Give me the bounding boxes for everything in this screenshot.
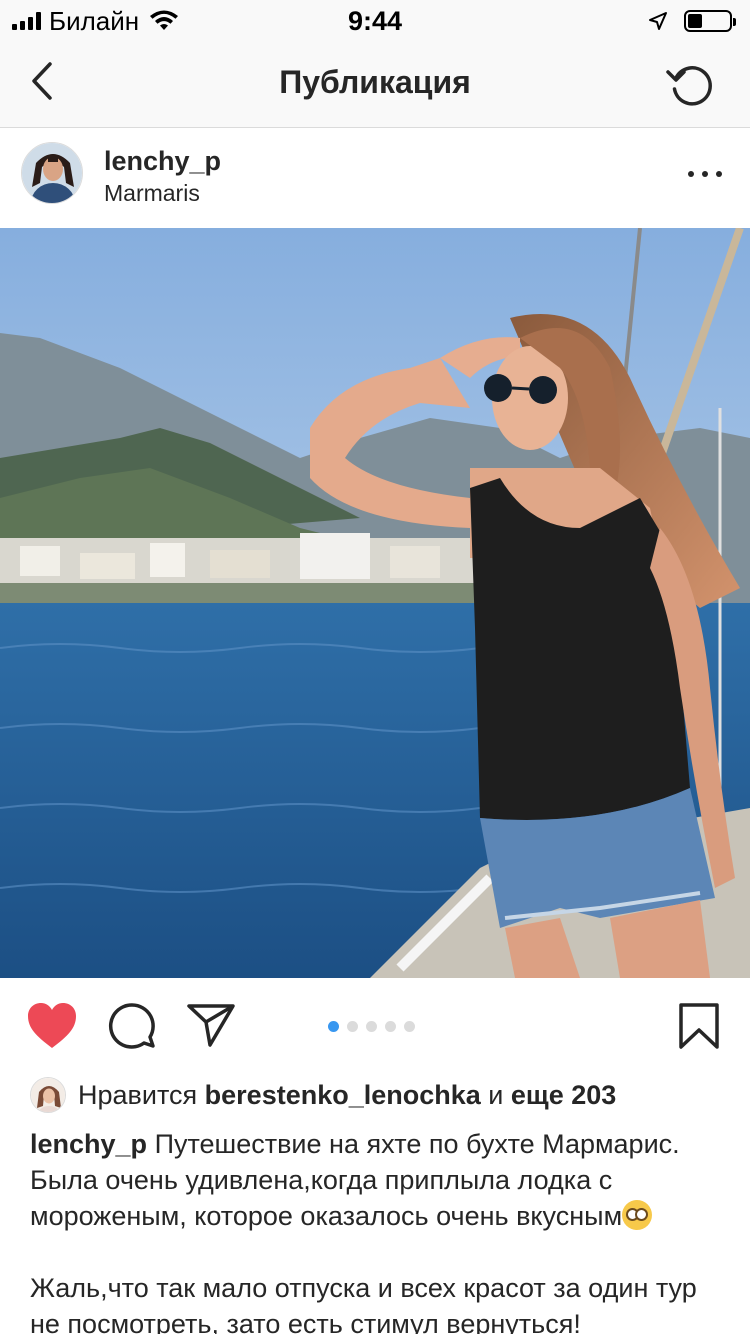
likes-count[interactable]: еще 203	[511, 1080, 616, 1111]
post-location[interactable]: Marmaris	[104, 180, 200, 207]
refresh-icon	[666, 66, 712, 106]
battery-icon	[684, 10, 736, 32]
nav-bar: Публикация	[0, 40, 750, 128]
likes-row[interactable]: Нравится berestenko_lenochka и еще 203	[30, 1076, 616, 1114]
carousel-dot	[385, 1021, 396, 1032]
post-photo[interactable]	[0, 228, 750, 978]
comment-icon	[108, 1003, 155, 1049]
heart-icon	[28, 1003, 76, 1048]
carousel-dot	[347, 1021, 358, 1032]
post-username[interactable]: lenchy_p	[104, 146, 221, 177]
liker-avatar-image	[31, 1078, 65, 1112]
status-bar: Билайн 9:44	[0, 0, 750, 40]
send-icon	[187, 1004, 235, 1047]
more-dot-icon	[702, 171, 708, 177]
status-right	[648, 8, 736, 34]
likes-connector: и	[488, 1079, 504, 1110]
save-button[interactable]	[678, 1002, 720, 1050]
post-photo-image	[0, 228, 750, 978]
page-title: Публикация	[279, 64, 471, 100]
comment-button[interactable]	[108, 1002, 156, 1050]
more-dot-icon	[716, 171, 722, 177]
avatar-image	[22, 143, 82, 203]
bookmark-icon	[679, 1003, 719, 1049]
share-button[interactable]	[186, 1002, 236, 1048]
liker-username[interactable]: berestenko_lenochka	[205, 1080, 481, 1111]
liker-avatar	[30, 1077, 66, 1113]
caption-text: Жаль,что так мало отпуска и всех красот …	[30, 1273, 697, 1334]
carousel-indicator	[328, 1021, 415, 1032]
carousel-dot	[366, 1021, 377, 1032]
action-bar	[0, 978, 750, 1074]
caption-paragraph: Жаль,что так мало отпуска и всех красот …	[30, 1270, 730, 1334]
more-options-button[interactable]	[688, 164, 722, 184]
carousel-dot	[404, 1021, 415, 1032]
like-button[interactable]	[26, 1002, 78, 1050]
avatar[interactable]	[21, 142, 83, 204]
status-time: 9:44	[347, 6, 403, 36]
location-arrow-icon	[649, 12, 667, 30]
more-dot-icon	[688, 171, 694, 177]
post-header: lenchy_p Marmaris	[0, 128, 750, 228]
likes-prefix: Нравится	[78, 1079, 198, 1110]
battery-level	[688, 14, 702, 28]
flushed-face-emoji-icon	[622, 1200, 653, 1230]
caption-paragraph: lenchy_p Путешествие на яхте по бухте Ма…	[30, 1126, 730, 1234]
carousel-dot	[328, 1021, 339, 1032]
post-caption: lenchy_p Путешествие на яхте по бухте Ма…	[30, 1126, 730, 1334]
caption-author[interactable]: lenchy_p	[30, 1129, 147, 1159]
refresh-button[interactable]	[664, 56, 720, 112]
